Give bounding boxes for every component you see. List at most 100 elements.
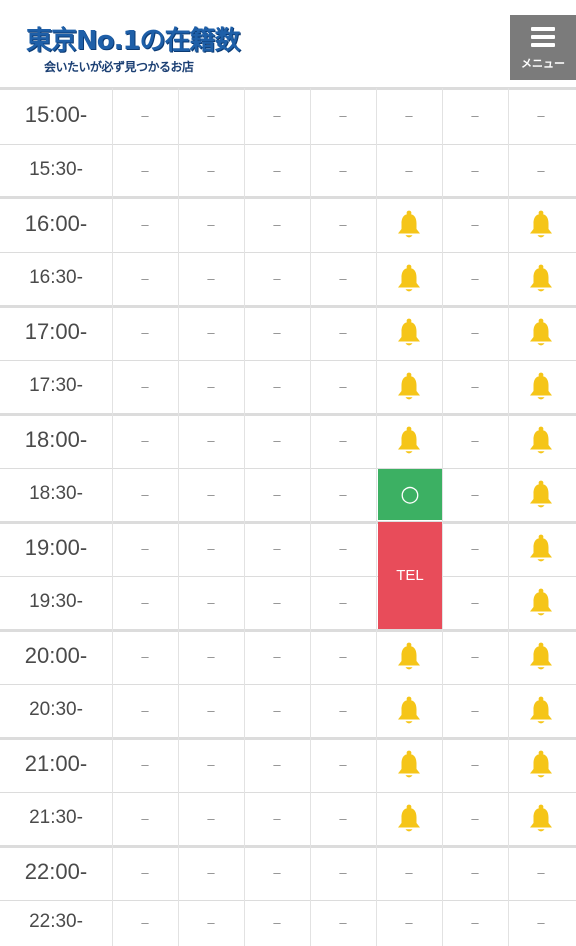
unavailable-dash: –	[339, 433, 347, 448]
bell-icon[interactable]	[376, 252, 442, 306]
unavailable-dash: –	[537, 915, 545, 930]
unavailable-dash: –	[273, 379, 281, 394]
row-divider	[0, 900, 576, 901]
time-label: 15:00-	[24, 102, 88, 128]
unavailable-dash: –	[471, 379, 479, 394]
menu-button[interactable]: メニュー	[510, 15, 576, 80]
unavailable-dash: –	[273, 216, 281, 232]
unavailable-dash: –	[207, 649, 215, 664]
bell-icon[interactable]	[508, 306, 574, 360]
time-label: 20:30-	[29, 699, 83, 721]
unavailable-dash: –	[339, 541, 347, 556]
unavailable-dash: –	[471, 811, 479, 826]
unavailable-dash: –	[273, 541, 281, 556]
unavailable-dash: –	[471, 865, 479, 880]
available-slot[interactable]: ○	[378, 469, 442, 520]
schedule-grid: 15:00- – – – – – – – 15:30- – – – – – – – 16:00- – – – – – 16:…	[0, 0, 576, 946]
unavailable-dash: –	[207, 162, 215, 178]
row-divider	[0, 684, 576, 685]
unavailable-dash: –	[207, 487, 215, 502]
unavailable-dash: –	[339, 162, 347, 178]
unavailable-dash: –	[537, 108, 545, 123]
row-divider	[0, 360, 576, 361]
bell-icon[interactable]	[376, 414, 442, 468]
unavailable-dash: –	[207, 757, 215, 772]
unavailable-dash: –	[207, 915, 215, 930]
unavailable-dash: –	[207, 325, 215, 340]
unavailable-dash: –	[405, 108, 413, 123]
unavailable-dash: –	[141, 541, 149, 556]
bell-icon[interactable]	[376, 306, 442, 360]
row-divider	[0, 87, 576, 90]
unavailable-dash: –	[273, 433, 281, 448]
unavailable-dash: –	[141, 487, 149, 502]
bell-icon[interactable]	[376, 738, 442, 792]
available-symbol: ○	[400, 481, 420, 507]
logo-tagline: 会いたいが必ず見つかるお店	[44, 60, 194, 74]
unavailable-dash: –	[471, 703, 479, 718]
time-label: 22:30-	[29, 911, 83, 933]
unavailable-dash: –	[207, 433, 215, 448]
time-label: 22:00-	[24, 859, 88, 885]
unavailable-dash: –	[141, 811, 149, 826]
bell-icon[interactable]	[508, 576, 574, 630]
unavailable-dash: –	[471, 325, 479, 340]
unavailable-dash: –	[339, 865, 347, 880]
unavailable-dash: –	[141, 433, 149, 448]
unavailable-dash: –	[141, 379, 149, 394]
unavailable-dash: –	[273, 915, 281, 930]
bell-icon[interactable]	[508, 414, 574, 468]
unavailable-dash: –	[141, 649, 149, 664]
row-divider	[0, 845, 576, 848]
bell-icon[interactable]	[376, 630, 442, 684]
unavailable-dash: –	[207, 271, 215, 286]
unavailable-dash: –	[471, 162, 479, 178]
unavailable-dash: –	[273, 811, 281, 826]
unavailable-dash: –	[471, 595, 479, 610]
bell-icon[interactable]	[508, 360, 574, 414]
bell-icon[interactable]	[508, 468, 574, 522]
unavailable-dash: –	[207, 595, 215, 610]
unavailable-dash: –	[273, 865, 281, 880]
unavailable-dash: –	[339, 595, 347, 610]
bell-icon[interactable]	[508, 198, 574, 252]
hamburger-icon	[531, 27, 555, 49]
site-logo[interactable]: 東京No.1の在籍数 会いたいが必ず見つかるお店	[18, 14, 241, 78]
bell-icon[interactable]	[508, 630, 574, 684]
bell-icon[interactable]	[376, 684, 442, 738]
bell-icon[interactable]	[508, 684, 574, 738]
unavailable-dash: –	[273, 271, 281, 286]
unavailable-dash: –	[471, 649, 479, 664]
time-label: 15:30-	[29, 158, 83, 180]
row-divider	[0, 629, 576, 632]
unavailable-dash: –	[273, 325, 281, 340]
unavailable-dash: –	[207, 703, 215, 718]
unavailable-dash: –	[207, 865, 215, 880]
tel-slot[interactable]: TEL	[378, 522, 442, 629]
unavailable-dash: –	[141, 325, 149, 340]
unavailable-dash: –	[141, 108, 149, 123]
row-divider	[0, 468, 576, 469]
row-divider	[0, 196, 576, 199]
row-divider	[0, 737, 576, 740]
bell-icon[interactable]	[508, 252, 574, 306]
bell-icon[interactable]	[376, 198, 442, 252]
unavailable-dash: –	[141, 271, 149, 286]
unavailable-dash: –	[273, 162, 281, 178]
bell-icon[interactable]	[508, 792, 574, 846]
unavailable-dash: –	[141, 595, 149, 610]
unavailable-dash: –	[273, 757, 281, 772]
time-label: 16:00-	[24, 210, 88, 236]
unavailable-dash: –	[405, 162, 413, 178]
unavailable-dash: –	[141, 216, 149, 232]
bell-icon[interactable]	[376, 792, 442, 846]
time-label: 17:00-	[24, 319, 88, 345]
unavailable-dash: –	[471, 216, 479, 232]
row-divider	[0, 252, 576, 253]
unavailable-dash: –	[207, 379, 215, 394]
bell-icon[interactable]	[508, 738, 574, 792]
unavailable-dash: –	[339, 271, 347, 286]
bell-icon[interactable]	[508, 522, 574, 576]
bell-icon[interactable]	[376, 360, 442, 414]
menu-label: メニュー	[521, 57, 565, 70]
